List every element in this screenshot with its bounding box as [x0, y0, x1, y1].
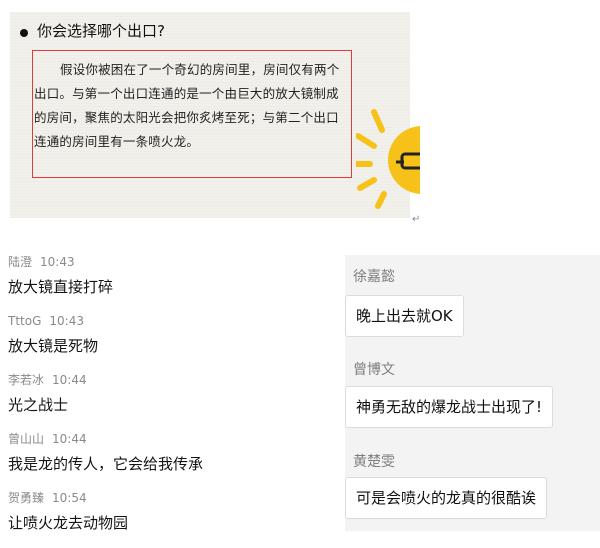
- chat-message: 贺勇臻 10:54 让喷火龙去动物园: [8, 489, 338, 548]
- message-text: 放大镜直接打碎: [8, 278, 114, 296]
- sun-icon: [356, 100, 420, 210]
- chat-message: TttoG 10:43 放大镜是死物: [8, 312, 338, 371]
- message-bubble: 晚上出去就OK: [345, 295, 464, 337]
- message-time: 10:54: [52, 491, 87, 505]
- message-time: 10:43: [49, 314, 84, 328]
- sender-name: 曾山山: [8, 432, 45, 446]
- sender-name: TttoG: [8, 314, 42, 328]
- puzzle-card: 你会选择哪个出口? 假设你被困在了一个奇幻的房间里，房间仅有两个出口。与第一个出…: [10, 12, 420, 218]
- chat-message: 曾山山 10:44 我是龙的传人，它会给我传承: [8, 430, 338, 489]
- message-bubble: 神勇无敌的爆龙战士出现了!: [345, 386, 554, 428]
- sender-name: 徐嘉懿: [353, 269, 395, 285]
- sender-name: 黄楚雯: [353, 454, 395, 470]
- message-time: 10:44: [52, 432, 87, 446]
- puzzle-story: 假设你被困在了一个奇幻的房间里，房间仅有两个出口。与第一个出口连通的是一个由巨大…: [34, 62, 340, 149]
- sender-name: 贺勇臻: [8, 491, 45, 505]
- message-text: 光之战士: [8, 396, 69, 414]
- message-time: 10:44: [52, 373, 87, 387]
- message-time: 10:43: [40, 255, 75, 269]
- chat-message: 陆澄 10:43 放大镜直接打碎: [8, 253, 338, 312]
- bullet-icon: [20, 29, 28, 37]
- message-bubble: 可是会喷火的龙真的很酷诶: [345, 477, 548, 519]
- return-mark: ↵: [412, 214, 421, 225]
- message-text: 放大镜是死物: [8, 337, 99, 355]
- right-chat-panel: 徐嘉懿 晚上出去就OK 曾博文 神勇无敌的爆龙战士出现了! 黄楚雯 可是会喷火的…: [345, 255, 600, 531]
- message-text: 我是龙的传人，它会给我传承: [8, 455, 204, 473]
- chat-message: 李若冰 10:44 光之战士: [8, 371, 338, 430]
- left-chat-list: 陆澄 10:43 放大镜直接打碎 TttoG 10:43 放大镜是死物 李若冰 10:…: [8, 253, 338, 548]
- sender-name: 曾博文: [353, 362, 395, 378]
- puzzle-question: 你会选择哪个出口?: [37, 22, 165, 40]
- sender-name: 陆澄: [8, 255, 33, 269]
- message-text: 让喷火龙去动物园: [8, 514, 129, 532]
- sender-name: 李若冰: [8, 373, 45, 387]
